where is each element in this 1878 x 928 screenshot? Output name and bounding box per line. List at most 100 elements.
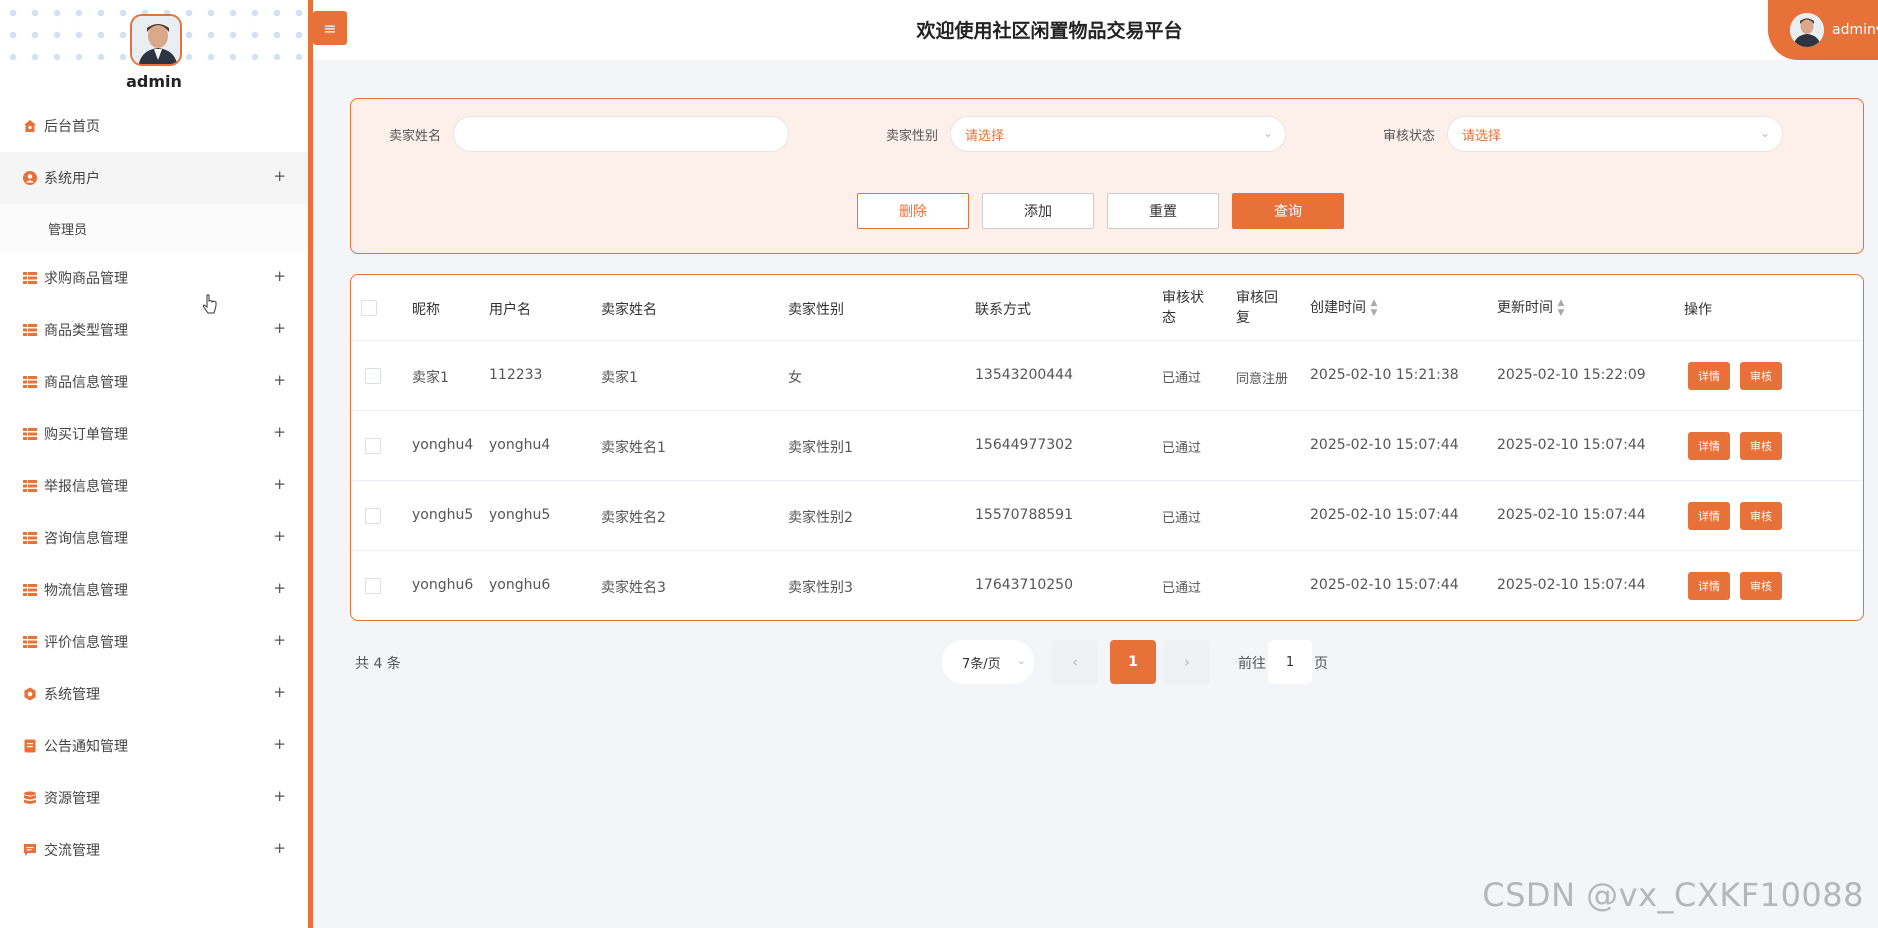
detail-button[interactable]: 详情 xyxy=(1688,502,1730,530)
seller-name-label: 卖家姓名 xyxy=(389,129,442,144)
cell-nickname: yonghu6 xyxy=(412,577,474,593)
expand-plus-icon[interactable]: + xyxy=(273,631,286,649)
grid-icon xyxy=(22,530,38,546)
sidebar-item[interactable]: 咨询信息管理 + xyxy=(0,512,308,564)
avatar[interactable] xyxy=(130,14,182,66)
review-button[interactable]: 审核 xyxy=(1740,432,1782,460)
cell-updated-time: 2025-02-10 15:07:44 xyxy=(1497,507,1646,523)
expand-plus-icon[interactable]: + xyxy=(273,683,286,701)
total-count: 共 4 条 xyxy=(355,656,401,672)
sidebar-item-label: 咨询信息管理 xyxy=(44,531,128,547)
grid-icon xyxy=(22,322,38,338)
review-status-select[interactable]: 请选择 ⌄ xyxy=(1447,116,1783,152)
seller-name-input[interactable] xyxy=(453,116,789,152)
detail-button[interactable]: 详情 xyxy=(1688,362,1730,390)
cell-nickname: yonghu5 xyxy=(412,507,474,523)
sidebar-item[interactable]: 系统用户 + xyxy=(0,152,308,204)
expand-plus-icon[interactable]: + xyxy=(273,579,286,597)
expand-plus-icon[interactable]: + xyxy=(273,167,286,185)
cell-created-time: 2025-02-10 15:07:44 xyxy=(1310,577,1459,593)
page-number-current[interactable]: 1 xyxy=(1110,640,1156,684)
col-nickname: 昵称 xyxy=(412,302,440,318)
review-button[interactable]: 审核 xyxy=(1740,572,1782,600)
sidebar-item[interactable]: 系统管理 + xyxy=(0,668,308,720)
reset-button[interactable]: 重置 xyxy=(1107,193,1219,229)
grid-icon xyxy=(22,426,38,442)
cell-seller-gender: 卖家性别1 xyxy=(788,440,853,456)
col-updated-time[interactable]: 更新时间 ▲▼ xyxy=(1497,297,1566,318)
col-seller-gender: 卖家性别 xyxy=(788,302,844,318)
cell-phone: 15570788591 xyxy=(975,507,1073,523)
goto-page-input[interactable]: 1 xyxy=(1268,640,1312,684)
cell-created-time: 2025-02-10 15:07:44 xyxy=(1310,507,1459,523)
delete-button[interactable]: 删除 xyxy=(857,193,969,229)
database-icon xyxy=(22,790,38,806)
sidebar-item[interactable]: 求购商品管理 + xyxy=(0,252,308,304)
sidebar-item[interactable]: 物流信息管理 + xyxy=(0,564,308,616)
sidebar-item-label: 系统管理 xyxy=(44,687,100,703)
review-button[interactable]: 审核 xyxy=(1740,502,1782,530)
page-size-value: 7条/页 xyxy=(962,656,1001,672)
sort-icon[interactable]: ▲▼ xyxy=(1369,298,1379,318)
row-checkbox[interactable] xyxy=(365,508,381,524)
row-checkbox[interactable] xyxy=(365,438,381,454)
home-icon xyxy=(22,118,38,134)
cell-review-status: 已通过 xyxy=(1162,441,1202,456)
next-page-button[interactable]: › xyxy=(1164,640,1210,684)
expand-plus-icon[interactable]: + xyxy=(273,371,286,389)
detail-button[interactable]: 详情 xyxy=(1688,432,1730,460)
mouse-cursor-icon xyxy=(202,294,217,319)
expand-plus-icon[interactable]: + xyxy=(273,839,286,857)
chevron-down-icon: ⌄ xyxy=(1759,126,1770,140)
cell-username: yonghu5 xyxy=(489,507,551,523)
expand-plus-icon[interactable]: + xyxy=(273,527,286,545)
sidebar-item[interactable]: 评价信息管理 + xyxy=(0,616,308,668)
chevron-down-icon: ⌄ xyxy=(1262,126,1273,140)
sidebar-item-label: 物流信息管理 xyxy=(44,583,128,599)
detail-button[interactable]: 详情 xyxy=(1688,572,1730,600)
expand-plus-icon[interactable]: + xyxy=(273,267,286,285)
cell-nickname: yonghu4 xyxy=(412,437,474,453)
table-header: 昵称 用户名 卖家姓名 卖家性别 联系方式 审核状态 审核回复 创建时间 ▲▼ 更… xyxy=(351,275,1863,341)
sidebar-item[interactable]: 资源管理 + xyxy=(0,772,308,824)
sidebar-item-label: 评价信息管理 xyxy=(44,635,128,651)
sidebar-item-label: 公告通知管理 xyxy=(44,739,128,755)
user-name: admin▾ xyxy=(1832,22,1878,38)
sidebar-item[interactable]: 举报信息管理 + xyxy=(0,460,308,512)
cell-username: yonghu6 xyxy=(489,577,551,593)
page-size-select[interactable]: 7条/页 ⌄ xyxy=(942,640,1034,684)
col-seller-name: 卖家姓名 xyxy=(601,302,657,318)
sidebar-item-label: 资源管理 xyxy=(44,791,100,807)
search-panel: 卖家姓名 卖家性别 请选择 ⌄ 审核状态 请选择 ⌄ 删除 添加 重置 查询 xyxy=(350,98,1864,254)
seller-gender-select[interactable]: 请选择 ⌄ xyxy=(950,116,1286,152)
sidebar-item-label: 商品信息管理 xyxy=(44,375,128,391)
prev-page-button[interactable]: ‹ xyxy=(1052,640,1098,684)
user-menu[interactable]: admin▾ xyxy=(1768,0,1878,60)
col-created-time[interactable]: 创建时间 ▲▼ xyxy=(1310,297,1379,318)
row-checkbox[interactable] xyxy=(365,578,381,594)
sidebar-item[interactable]: 交流管理 + xyxy=(0,824,308,876)
expand-plus-icon[interactable]: + xyxy=(273,319,286,337)
sidebar-item[interactable]: 购买订单管理 + xyxy=(0,408,308,460)
expand-plus-icon[interactable]: + xyxy=(273,475,286,493)
sidebar-item[interactable]: 后台首页 xyxy=(0,100,308,152)
review-button[interactable]: 审核 xyxy=(1740,362,1782,390)
goto-suffix: 页 xyxy=(1314,656,1328,672)
sidebar-item-label: 商品类型管理 xyxy=(44,323,128,339)
col-review-status: 审核状态 xyxy=(1162,290,1204,326)
expand-plus-icon[interactable]: + xyxy=(273,735,286,753)
sidebar-subitem[interactable]: 管理员 xyxy=(0,204,308,252)
expand-plus-icon[interactable]: + xyxy=(273,787,286,805)
expand-plus-icon[interactable]: + xyxy=(273,423,286,441)
cell-seller-name: 卖家姓名2 xyxy=(601,510,666,526)
sidebar-item[interactable]: 商品信息管理 + xyxy=(0,356,308,408)
sidebar-item[interactable]: 公告通知管理 + xyxy=(0,720,308,772)
sidebar-item-label: 购买订单管理 xyxy=(44,427,128,443)
query-button[interactable]: 查询 xyxy=(1232,193,1344,229)
sidebar-item[interactable]: 商品类型管理 + xyxy=(0,304,308,356)
add-button[interactable]: 添加 xyxy=(982,193,1094,229)
sort-icon[interactable]: ▲▼ xyxy=(1556,298,1566,318)
cell-updated-time: 2025-02-10 15:22:09 xyxy=(1497,367,1646,383)
row-checkbox[interactable] xyxy=(365,368,381,384)
select-all-checkbox[interactable] xyxy=(361,300,377,316)
